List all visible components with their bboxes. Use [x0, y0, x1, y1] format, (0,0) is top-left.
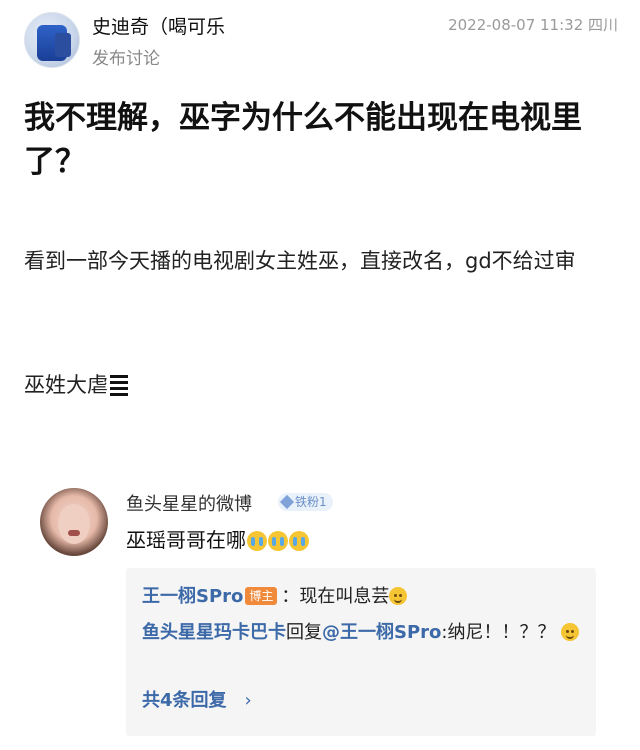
face-graphic	[58, 504, 90, 544]
host-badge: 博主	[245, 587, 278, 605]
crying-emoji-icon	[289, 531, 309, 551]
reply-separator: ：	[281, 586, 300, 607]
post-action-label: 发布讨论	[92, 49, 160, 69]
post-body-text: 看到一部今天播的电视剧女主姓巫，直接改名，gd不给过审	[24, 249, 576, 273]
reply-item: 鱼头星星玛卡巴卡回复@王一栩SPro:纳尼！！？？	[142, 618, 582, 648]
chevron-right-icon: ›	[244, 690, 252, 711]
cup-graphic	[55, 33, 71, 57]
more-replies-link[interactable]: 共4条回复 ›	[142, 686, 252, 712]
fan-badge[interactable]: 铁粉1	[278, 493, 333, 511]
reply-item: 王一栩SPro 博主 ：现在叫息芸	[142, 582, 408, 612]
reply-word: 回复	[286, 622, 322, 643]
smile-emoji-icon	[561, 623, 580, 641]
smile-emoji-icon	[389, 587, 408, 605]
post-title: 我不理解，巫字为什么不能出现在电视里了？	[24, 100, 582, 180]
user-avatar[interactable]	[24, 12, 80, 68]
trigram-icon	[110, 375, 128, 396]
reply-author[interactable]: 王一栩SPro	[142, 586, 243, 607]
crying-emoji-icon	[247, 531, 267, 551]
more-replies-label: 共4条回复	[142, 690, 227, 711]
post-body-line2: 巫姓大虐	[24, 373, 108, 397]
mouth-graphic	[68, 530, 80, 536]
username[interactable]: 史迪奇（喝可乐	[92, 12, 225, 39]
post-header: 史迪奇（喝可乐 发布讨论 2022-08-07 11:32 四川	[0, 0, 640, 80]
reply-text: 现在叫息芸	[299, 586, 390, 607]
comment-text: 巫瑶哥哥在哪	[126, 524, 309, 553]
post-body-text-2: 巫姓大虐	[24, 362, 128, 408]
fan-badge-label: 铁粉1	[295, 495, 327, 509]
commenter-name[interactable]: 鱼头星星的微博	[126, 490, 252, 516]
comment-text-content: 巫瑶哥哥在哪	[126, 528, 246, 552]
reply-target-mention[interactable]: @王一栩SPro	[322, 622, 441, 643]
crying-emoji-icon	[268, 531, 288, 551]
diamond-icon	[279, 494, 295, 510]
post-datetime: 2022-08-07 11:32 四川	[448, 16, 618, 34]
reply-text: :纳尼！！？？	[441, 622, 556, 643]
reply-author[interactable]: 鱼头星星玛卡巴卡	[142, 622, 286, 643]
reply-box: 王一栩SPro 博主 ：现在叫息芸 鱼头星星玛卡巴卡回复@王一栩SPro:纳尼！！？…	[126, 568, 596, 736]
commenter-avatar[interactable]	[40, 488, 108, 556]
